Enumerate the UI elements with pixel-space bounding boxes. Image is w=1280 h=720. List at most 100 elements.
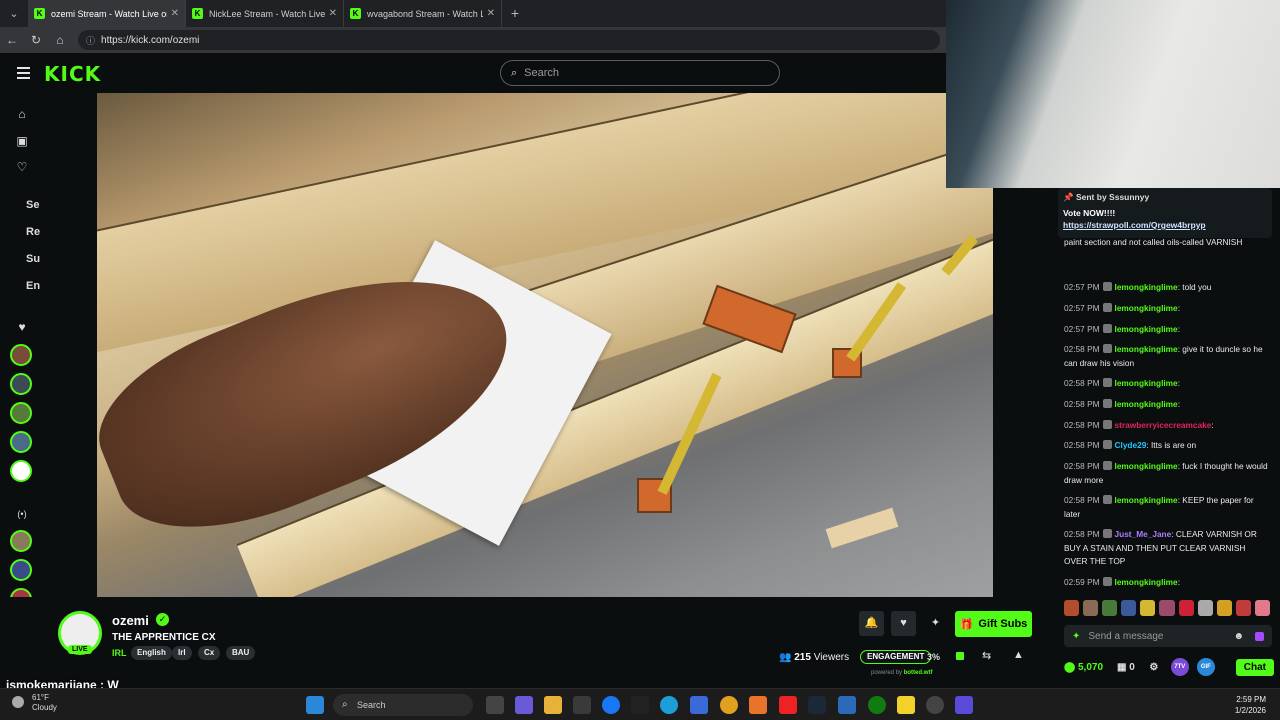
taskbar-search[interactable]: ⌕ Search [333, 694, 473, 716]
facebook-icon[interactable] [602, 696, 620, 714]
home-icon[interactable]: ⌂ [48, 33, 72, 47]
close-tab-icon[interactable]: ✕ [171, 8, 179, 19]
chat-message[interactable]: 02:57 PM lemongkinglime: [1064, 323, 1270, 337]
task-view-icon[interactable] [486, 696, 504, 714]
file-explorer-icon[interactable] [544, 696, 562, 714]
settings-gear-icon[interactable]: ⚙ [1145, 658, 1163, 676]
emote[interactable] [1197, 600, 1213, 616]
follow-heart-icon[interactable]: ♥ [891, 611, 916, 636]
channel-points[interactable]: ⬤ 5,070 [1064, 662, 1103, 673]
search-input[interactable]: ⌕ Search [500, 60, 780, 86]
stream-tag[interactable]: Cx [198, 646, 221, 660]
message-username[interactable]: lemongkinglime [1115, 399, 1178, 409]
emote[interactable] [1102, 600, 1118, 616]
stream-category[interactable]: IRL [112, 648, 127, 658]
message-username[interactable]: Just_Me_Jane [1115, 529, 1172, 539]
close-tab-icon[interactable]: ✕ [329, 8, 337, 19]
chat-input[interactable]: ✦ Send a message ☻ [1064, 625, 1272, 647]
stream-tag[interactable]: BAU [226, 646, 256, 660]
emote[interactable] [1178, 600, 1194, 616]
chat-send-button[interactable]: Chat [1235, 658, 1274, 676]
weather-widget[interactable]: 61°F Cloudy [12, 693, 57, 713]
browser-tab[interactable]: K NickLee Stream - Watch Live on Kick ✕ [186, 0, 344, 27]
7tv-icon[interactable]: 7TV [1170, 658, 1189, 676]
stream-tag[interactable]: Irl [172, 646, 192, 660]
sidebar-section[interactable]: Se [26, 199, 39, 211]
message-username[interactable]: lemongkinglime [1115, 344, 1178, 354]
chat-message[interactable]: 02:58 PM lemongkinglime: give it to duncl… [1064, 343, 1270, 370]
message-username[interactable]: lemongkinglime [1115, 303, 1178, 313]
emote[interactable] [1083, 600, 1099, 616]
followed-channel-avatar[interactable] [10, 460, 32, 482]
chrome-icon[interactable] [720, 696, 738, 714]
message-username[interactable]: Clyde29 [1115, 440, 1147, 450]
app-icon[interactable] [955, 696, 973, 714]
chat-message[interactable]: 02:58 PM lemongkinglime: fuck I thought h… [1064, 460, 1270, 487]
chat-message[interactable]: paint section and not called oils-called… [1064, 236, 1270, 250]
recommended-channel-avatar[interactable] [10, 530, 32, 552]
message-username[interactable]: lemongkinglime [1115, 461, 1178, 471]
site-info-icon[interactable]: ⓘ [86, 34, 95, 47]
report-warning-icon[interactable]: ▲ [1013, 649, 1024, 661]
followed-channel-avatar[interactable] [10, 402, 32, 424]
tab-list-chevron-icon[interactable]: ⌄ [0, 0, 28, 27]
kick-emote-icon[interactable] [1255, 631, 1264, 641]
message-username[interactable]: lemongkinglime [1115, 378, 1178, 388]
followed-channel-avatar[interactable] [10, 344, 32, 366]
obs-icon[interactable] [926, 696, 944, 714]
message-username[interactable]: lemongkinglime [1115, 495, 1178, 505]
calculator-icon[interactable] [690, 696, 708, 714]
video-player[interactable] [97, 93, 993, 597]
sparkle-icon[interactable]: ✦ [1072, 631, 1080, 642]
live-broadcast-icon[interactable]: (•) [14, 509, 30, 525]
close-tab-icon[interactable]: ✕ [487, 8, 495, 19]
stream-tag[interactable]: English [131, 646, 172, 660]
chat-message[interactable]: 02:58 PM Just_Me_Jane: CLEAR VARNISH OR B… [1064, 528, 1270, 569]
home-icon[interactable]: ⌂ [14, 107, 30, 123]
sidebar-section[interactable]: Re [26, 226, 40, 238]
emote[interactable] [1140, 600, 1156, 616]
emote[interactable] [1121, 600, 1137, 616]
emote[interactable] [1254, 600, 1271, 616]
heart-icon[interactable]: ♥ [14, 320, 30, 336]
reload-icon[interactable]: ↻ [24, 33, 48, 47]
followed-channel-avatar[interactable] [10, 431, 32, 453]
url-field[interactable]: ⓘ https://kick.com/ozemi [78, 30, 940, 50]
chat-message[interactable]: 02:58 PM lemongkinglime: [1064, 398, 1270, 412]
browser-tab[interactable]: K wvagabond Stream - Watch Live on Kick … [344, 0, 502, 27]
vlc-icon[interactable] [749, 696, 767, 714]
gif-icon[interactable]: GIF [1196, 658, 1215, 676]
channel-name[interactable]: ozemi [112, 613, 149, 628]
recommended-channel-avatar[interactable] [10, 559, 32, 581]
sticky-notes-icon[interactable] [897, 696, 915, 714]
youtube-icon[interactable] [779, 696, 797, 714]
chat-message[interactable]: 02:57 PM lemongkinglime: [1064, 302, 1270, 316]
edge-icon[interactable] [660, 696, 678, 714]
browser-tab[interactable]: K ozemi Stream - Watch Live on Kick ✕ [28, 0, 186, 27]
chat-message[interactable]: 02:59 PM lemongkinglime: [1064, 576, 1270, 590]
app-icon[interactable] [515, 696, 533, 714]
emote[interactable] [1159, 600, 1175, 616]
emote[interactable] [1216, 600, 1232, 616]
steam-icon[interactable] [808, 696, 826, 714]
emote[interactable] [1235, 600, 1251, 616]
following-heart-icon[interactable]: ♡ [14, 160, 30, 176]
chat-message[interactable]: 02:58 PM strawberryicecreamcake: [1064, 419, 1270, 433]
share-icon[interactable]: ⇆ [982, 649, 991, 662]
message-username[interactable]: lemongkinglime [1115, 324, 1178, 334]
system-clock[interactable]: 2:59 PM 1/2/2026 [1235, 694, 1266, 716]
amazon-icon[interactable] [631, 696, 649, 714]
store-icon[interactable] [573, 696, 591, 714]
sparkle-icon[interactable]: ✦ [923, 611, 948, 636]
gift-subs-button[interactable]: 🎁 Gift Subs [955, 611, 1032, 637]
chat-message[interactable]: 02:58 PM Clyde29: Itts is are on [1064, 439, 1270, 453]
sidebar-section[interactable]: En [26, 280, 40, 292]
kick-logo[interactable]: KICK [44, 62, 101, 86]
app-icon[interactable] [838, 696, 856, 714]
message-username[interactable]: lemongkinglime [1115, 282, 1178, 292]
chat-message[interactable]: 02:58 PM lemongkinglime: KEEP the paper f… [1064, 494, 1270, 521]
notification-bell-icon[interactable]: 🔔 [859, 611, 884, 636]
start-windows-icon[interactable] [306, 696, 324, 714]
emoji-picker-icon[interactable]: ☻ [1233, 631, 1244, 642]
pinned-link[interactable]: https://strawpoll.com/Qrgew4brpyp [1063, 220, 1267, 230]
